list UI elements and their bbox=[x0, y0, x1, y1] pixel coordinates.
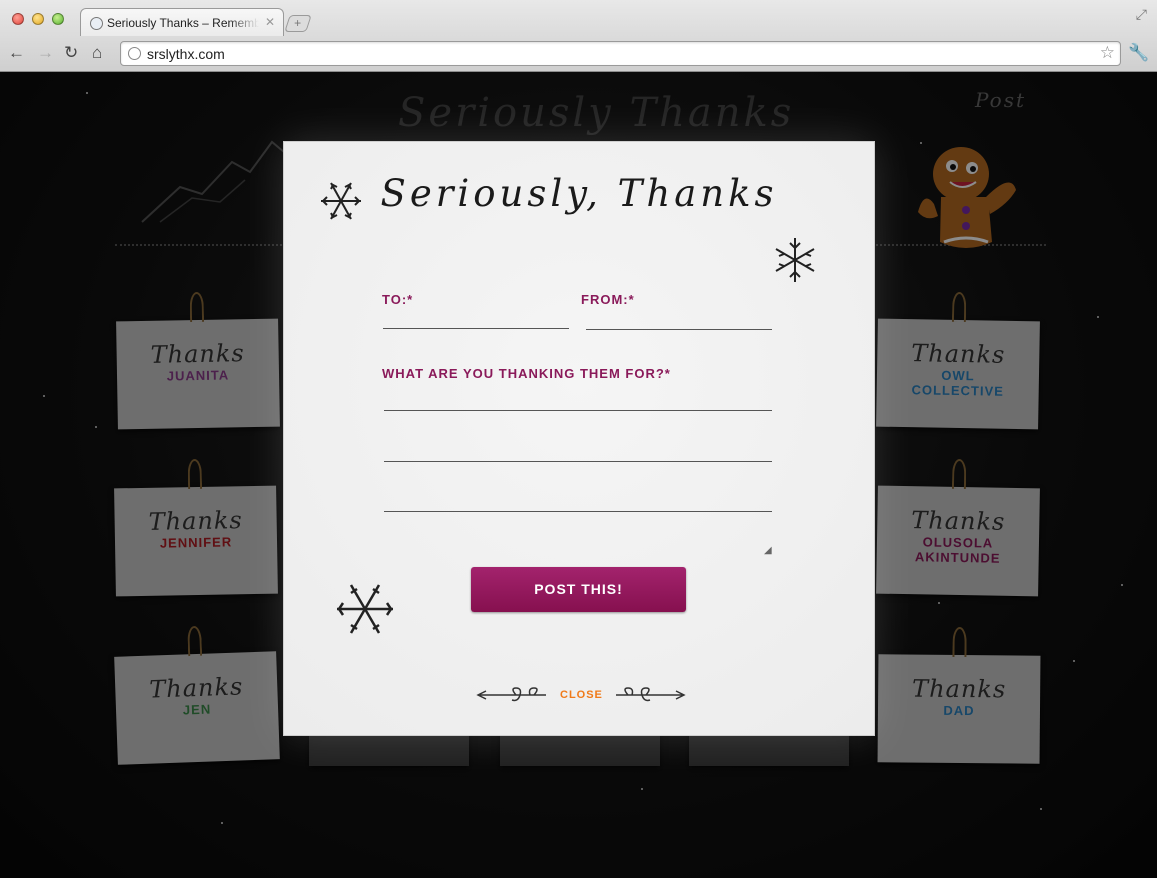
post-thanks-modal: Seriously, Thanks TO:* FROM:* WHAT ARE Y… bbox=[284, 142, 874, 735]
message-line bbox=[384, 461, 772, 462]
close-link[interactable]: CLOSE bbox=[560, 689, 603, 701]
flourish-right-icon bbox=[616, 687, 686, 702]
wrench-icon[interactable]: 🔧 bbox=[1128, 43, 1149, 63]
close-row: CLOSE bbox=[284, 686, 874, 706]
message-textarea[interactable] bbox=[384, 382, 774, 554]
back-icon[interactable]: ← bbox=[8, 44, 25, 62]
to-label: TO:* bbox=[382, 292, 414, 307]
reload-icon[interactable]: ↻ bbox=[64, 44, 78, 62]
browser-tab[interactable]: Seriously Thanks – Remember ✕ bbox=[80, 8, 284, 36]
url-text[interactable]: srslythx.com bbox=[147, 46, 225, 62]
message-line bbox=[384, 511, 772, 512]
bookmark-star-icon[interactable]: ☆ bbox=[1100, 43, 1115, 63]
zoom-window-button[interactable] bbox=[52, 13, 64, 25]
snowflake-icon bbox=[321, 182, 361, 220]
message-line bbox=[384, 410, 772, 411]
from-label: FROM:* bbox=[581, 292, 635, 307]
from-input[interactable] bbox=[586, 329, 772, 330]
fullscreen-icon[interactable]: ⤢ bbox=[1136, 6, 1147, 23]
globe-icon bbox=[128, 47, 141, 60]
modal-title: Seriously, Thanks bbox=[380, 172, 778, 215]
snowflake-icon bbox=[337, 584, 393, 634]
textarea-resize-grip[interactable]: ◢ bbox=[764, 545, 772, 556]
post-this-button[interactable]: POST THIS! bbox=[471, 567, 686, 612]
forward-icon[interactable]: → bbox=[37, 44, 54, 62]
message-label: WHAT ARE YOU THANKING THEM FOR?* bbox=[382, 366, 671, 381]
flourish-left-icon bbox=[476, 687, 546, 702]
close-window-button[interactable] bbox=[12, 13, 24, 25]
to-input[interactable] bbox=[383, 328, 569, 329]
address-bar[interactable]: srslythx.com ☆ bbox=[120, 41, 1121, 66]
home-icon[interactable]: ⌂ bbox=[92, 44, 102, 62]
globe-icon bbox=[90, 17, 103, 30]
snowflake-icon bbox=[775, 238, 815, 282]
plus-icon: + bbox=[294, 16, 302, 30]
tab-close-icon[interactable]: ✕ bbox=[265, 15, 275, 29]
minimize-window-button[interactable] bbox=[32, 13, 44, 25]
tab-title: Seriously Thanks – Remember bbox=[107, 16, 259, 30]
browser-chrome: Seriously Thanks – Remember ✕ + ⤢ ← → ↻ … bbox=[0, 0, 1157, 72]
new-tab-button[interactable]: + bbox=[284, 15, 312, 32]
